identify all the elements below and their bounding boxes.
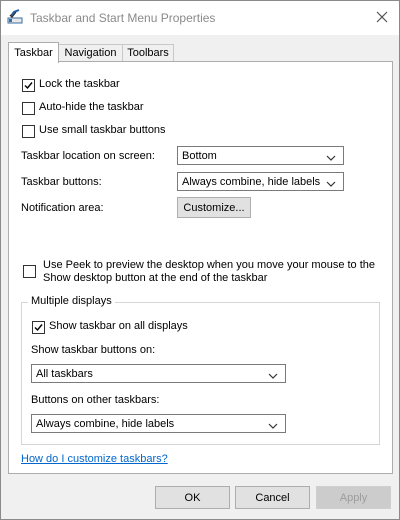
show-buttons-on-dropdown[interactable]: All taskbars xyxy=(31,364,286,383)
buttons-label: Taskbar buttons: xyxy=(21,176,102,188)
other-buttons-dropdown[interactable]: Always combine, hide labels xyxy=(31,414,286,433)
multiple-displays-title: Multiple displays xyxy=(28,295,115,307)
show-all-displays-option[interactable]: Show taskbar on all displays xyxy=(32,320,188,334)
tab-toolbars[interactable]: Toolbars xyxy=(122,44,174,62)
lock-taskbar-label: Lock the taskbar xyxy=(39,78,120,90)
cancel-button[interactable]: Cancel xyxy=(235,486,310,509)
lock-taskbar-option[interactable]: Lock the taskbar xyxy=(22,78,120,92)
show-all-displays-label: Show taskbar on all displays xyxy=(49,320,188,332)
multiple-displays-group: Multiple displays Show taskbar on all di… xyxy=(21,295,380,445)
chevron-down-icon xyxy=(268,420,278,432)
small-buttons-label: Use small taskbar buttons xyxy=(39,124,166,136)
location-value: Bottom xyxy=(182,149,217,162)
autohide-label: Auto-hide the taskbar xyxy=(39,101,144,113)
show-buttons-on-value: All taskbars xyxy=(36,367,93,380)
chevron-down-icon xyxy=(268,370,278,382)
close-button[interactable] xyxy=(365,1,399,35)
taskbar-tab-panel: Lock the taskbar Auto-hide the taskbar U… xyxy=(8,61,393,474)
chevron-down-icon xyxy=(326,178,336,190)
autohide-option[interactable]: Auto-hide the taskbar xyxy=(22,101,144,115)
autohide-checkbox[interactable] xyxy=(22,102,35,115)
location-label: Taskbar location on screen: xyxy=(21,150,155,162)
notification-label: Notification area: xyxy=(21,202,104,214)
show-buttons-on-label: Show taskbar buttons on: xyxy=(31,344,156,356)
lock-taskbar-checkbox[interactable] xyxy=(22,79,35,92)
peek-checkbox[interactable] xyxy=(23,265,36,278)
small-buttons-option[interactable]: Use small taskbar buttons xyxy=(22,124,166,138)
close-icon xyxy=(376,11,388,26)
window-title: Taskbar and Start Menu Properties xyxy=(30,11,216,25)
taskbar-buttons-dropdown[interactable]: Always combine, hide labels xyxy=(177,172,344,191)
properties-dialog: Taskbar and Start Menu Properties Taskba… xyxy=(0,0,400,520)
tab-navigation[interactable]: Navigation xyxy=(57,44,124,62)
apply-button[interactable]: Apply xyxy=(316,486,391,509)
title-bar: Taskbar and Start Menu Properties xyxy=(1,1,399,35)
help-link[interactable]: How do I customize taskbars? xyxy=(21,453,168,465)
location-dropdown[interactable]: Bottom xyxy=(177,146,344,165)
customize-button[interactable]: Customize... xyxy=(177,197,251,218)
other-buttons-label: Buttons on other taskbars: xyxy=(31,394,160,406)
taskbar-properties-icon xyxy=(7,9,23,25)
other-buttons-value: Always combine, hide labels xyxy=(36,417,175,430)
small-buttons-checkbox[interactable] xyxy=(22,125,35,138)
show-all-displays-checkbox[interactable] xyxy=(32,321,45,334)
tab-taskbar[interactable]: Taskbar xyxy=(8,42,59,63)
taskbar-buttons-value: Always combine, hide labels xyxy=(182,175,321,188)
ok-button[interactable]: OK xyxy=(155,486,230,509)
chevron-down-icon xyxy=(326,152,336,164)
peek-label: Use Peek to preview the desktop when you… xyxy=(43,259,376,284)
